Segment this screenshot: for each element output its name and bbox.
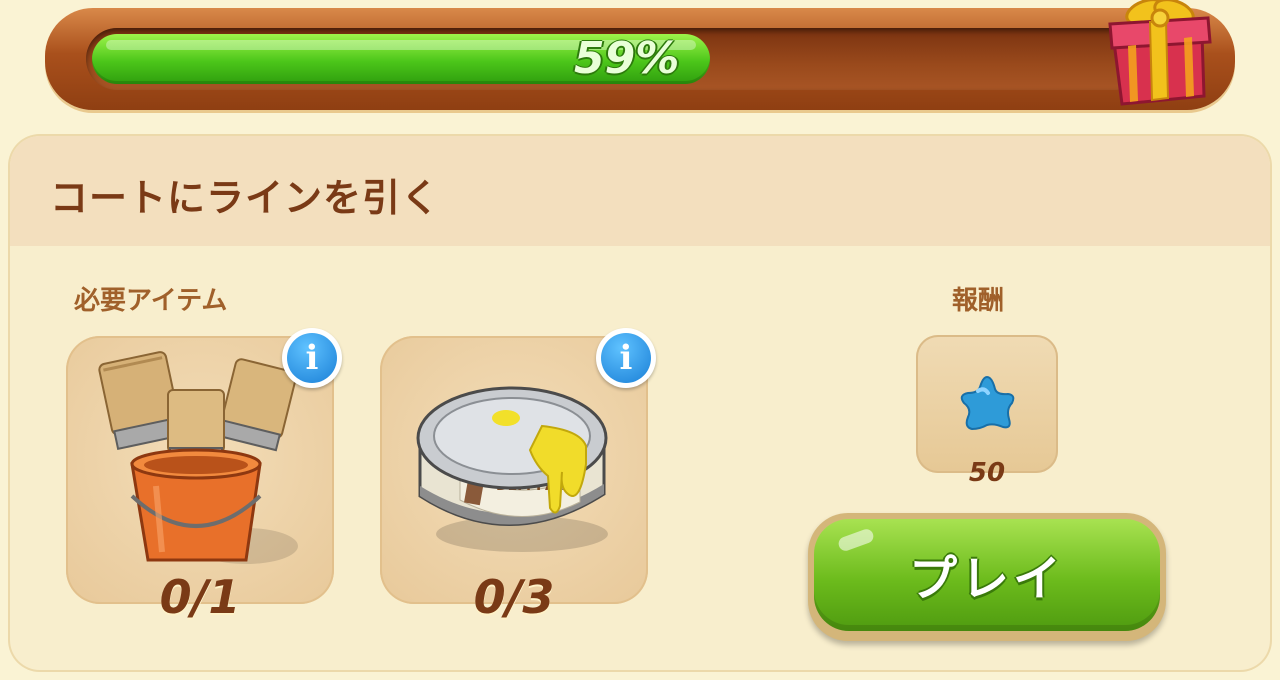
required-item-card-brushes[interactable]: i 0/1: [66, 328, 342, 624]
blue-star-icon: [960, 375, 1015, 431]
info-icon: i: [601, 333, 651, 383]
reward-amount: 50: [968, 458, 1006, 488]
game-screen: 59% コートにラインを引く 必要アイテム 報酬 i 0/1 i 0/3 50 …: [0, 0, 1280, 680]
required-item-count: 0/1: [159, 570, 241, 624]
paint-brush-bucket-icon: [98, 351, 298, 564]
paint-can-icon: DEM PAINT: [416, 386, 608, 552]
info-button-brushes[interactable]: i: [282, 328, 342, 388]
play-button-face: プレイ: [814, 519, 1160, 631]
play-button[interactable]: プレイ: [808, 513, 1166, 641]
reward-label: 報酬: [952, 286, 1005, 316]
info-icon: i: [287, 333, 337, 383]
required-item-card-paint[interactable]: DEM PAINT i 0/3: [380, 328, 656, 624]
required-items-label: 必要アイテム: [74, 286, 228, 316]
required-item-count: 0/3: [473, 570, 555, 624]
reward-card: [916, 335, 1058, 473]
progress-percent-label: 59%: [574, 33, 680, 84]
info-button-paint[interactable]: i: [596, 328, 656, 388]
play-button-label: プレイ: [908, 551, 1065, 607]
gift-box-icon[interactable]: [1100, 0, 1220, 108]
task-title: コートにラインを引く: [50, 176, 441, 220]
progress-bar: 59%: [86, 28, 1146, 90]
